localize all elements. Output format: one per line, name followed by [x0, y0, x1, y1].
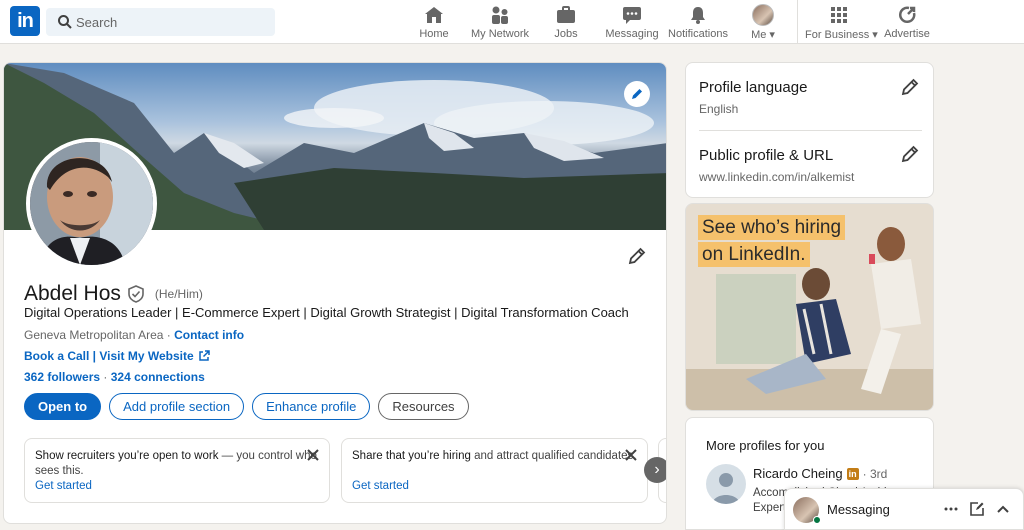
network-icon: [492, 6, 508, 24]
nav-for-business-label-wrap: For Business ▾: [805, 28, 878, 41]
close-icon[interactable]: [307, 449, 319, 461]
online-status-dot: [813, 516, 821, 524]
search-bar[interactable]: [46, 8, 275, 36]
connections-link[interactable]: 324 connections: [111, 370, 205, 384]
profile-photo[interactable]: [26, 138, 157, 269]
separator-dot: ·: [103, 370, 111, 384]
pencil-icon: [632, 89, 642, 99]
avatar: [752, 4, 774, 26]
suggested-profile-name-row[interactable]: Ricardo Cheing in · 3rd: [753, 466, 887, 481]
more-profiles-title: More profiles for you: [706, 438, 825, 453]
hiring-card: Share that you’re hiring and attract qua…: [341, 438, 648, 503]
home-icon: [425, 7, 443, 23]
separator-dot: ·: [163, 328, 175, 342]
tip-bold: Show recruiters you’re open to work: [35, 450, 219, 462]
chat-icon: [623, 7, 641, 24]
tip-bold: Share that you’re hiring: [352, 450, 471, 462]
ad-headline-line1: See who’s hiring: [698, 215, 846, 240]
profile-language-value: English: [699, 102, 739, 116]
profile-name: Abdel Hos: [24, 282, 121, 305]
external-link-icon: [198, 350, 210, 361]
ad-headline-line2: on LinkedIn.: [698, 242, 810, 267]
profile-card: Abdel Hos (He/Him) Digital Operations Le…: [3, 62, 667, 524]
nav-home-label: Home: [419, 28, 449, 40]
briefcase-icon: [557, 6, 575, 23]
tip-text: and attract qualified candidates.: [470, 450, 637, 462]
nav-me-label: Me: [751, 29, 767, 41]
profile-actions: Open to Add profile section Enhance prof…: [24, 393, 469, 420]
website-row[interactable]: Book a Call | Visit My Website: [24, 349, 210, 363]
nav-me-label-wrap: Me ▾: [745, 28, 781, 41]
network-counts: 362 followers · 324 connections: [24, 370, 205, 384]
profile-name-row: Abdel Hos (He/Him): [24, 282, 203, 306]
top-navigation: in Home My Network Jobs Messaging Notifi…: [0, 0, 1024, 44]
get-started-link[interactable]: Get started: [35, 479, 92, 494]
nav-messaging-label: Messaging: [605, 28, 659, 40]
enhance-profile-button[interactable]: Enhance profile: [252, 393, 371, 420]
nav-jobs-label: Jobs: [554, 28, 578, 40]
close-icon[interactable]: [625, 449, 637, 461]
profile-language-title: Profile language: [699, 79, 808, 96]
chevron-up-icon[interactable]: [995, 501, 1011, 517]
contact-info-link[interactable]: Contact info: [174, 328, 244, 342]
nav-me[interactable]: Me ▾: [745, 4, 781, 42]
resources-button[interactable]: Resources: [378, 393, 469, 420]
linkedin-logo[interactable]: in: [10, 6, 40, 36]
nav-for-business-label: For Business: [805, 29, 870, 41]
compose-icon[interactable]: [969, 501, 985, 517]
edit-intro-button[interactable]: [627, 246, 647, 271]
connection-degree: · 3rd: [862, 466, 888, 481]
suggested-profile-name: Ricardo Cheing: [753, 466, 843, 481]
nav-home[interactable]: Home: [414, 4, 454, 42]
add-profile-section-button[interactable]: Add profile section: [109, 393, 245, 420]
nav-my-network-label: My Network: [470, 28, 530, 40]
pencil-icon: [628, 247, 646, 265]
website-link[interactable]: Book a Call | Visit My Website: [24, 349, 194, 363]
premium-badge-icon: in: [846, 467, 859, 480]
nav-notifications[interactable]: Notifications: [667, 4, 729, 42]
caret-down-icon: ▾: [872, 29, 878, 41]
bell-icon: [691, 7, 705, 24]
nav-advertise[interactable]: Advertise: [884, 4, 930, 42]
hiring-ad[interactable]: See who’s hiring on LinkedIn.: [685, 203, 934, 411]
grid-icon: [831, 7, 847, 23]
default-avatar-icon: [712, 473, 740, 504]
divider: [699, 130, 922, 131]
advertise-icon: [898, 6, 916, 24]
open-to-work-card: Show recruiters you’re open to work — yo…: [24, 438, 330, 503]
verified-shield-icon[interactable]: [127, 285, 145, 303]
nav-messaging[interactable]: Messaging: [604, 4, 660, 42]
nav-advertise-label: Advertise: [884, 28, 930, 40]
profile-headline: Digital Operations Leader | E-Commerce E…: [24, 305, 629, 320]
nav-for-business[interactable]: For Business ▾: [805, 4, 878, 42]
more-options-icon[interactable]: [943, 501, 959, 517]
pronouns: (He/Him): [154, 287, 203, 301]
followers-link[interactable]: 362 followers: [24, 370, 100, 384]
edit-banner-button[interactable]: [624, 81, 650, 107]
get-started-link[interactable]: Get started: [352, 479, 409, 494]
search-input[interactable]: [76, 8, 266, 36]
nav-divider: [797, 0, 798, 44]
chevron-right-icon: ›: [654, 461, 660, 478]
avatar[interactable]: [706, 464, 746, 504]
pencil-icon[interactable]: [900, 144, 920, 164]
carousel-next-button[interactable]: ›: [644, 457, 666, 483]
profile-settings-card: Profile language English Public profile …: [685, 62, 934, 198]
public-profile-title: Public profile & URL: [699, 147, 834, 164]
profile-photo-image: [30, 142, 153, 265]
caret-down-icon: ▾: [769, 29, 775, 41]
nav-notifications-label: Notifications: [668, 28, 728, 40]
nav-jobs[interactable]: Jobs: [546, 4, 586, 42]
nav-my-network[interactable]: My Network: [470, 4, 530, 42]
pencil-icon[interactable]: [900, 77, 920, 97]
messaging-label: Messaging: [827, 502, 890, 517]
public-profile-url: www.linkedin.com/in/alkemist: [699, 170, 855, 184]
search-icon: [58, 15, 72, 29]
location-row: Geneva Metropolitan Area · Contact info: [24, 328, 244, 342]
messaging-overlay[interactable]: Messaging: [784, 488, 1024, 530]
location: Geneva Metropolitan Area: [24, 328, 164, 342]
open-to-button[interactable]: Open to: [24, 393, 102, 420]
